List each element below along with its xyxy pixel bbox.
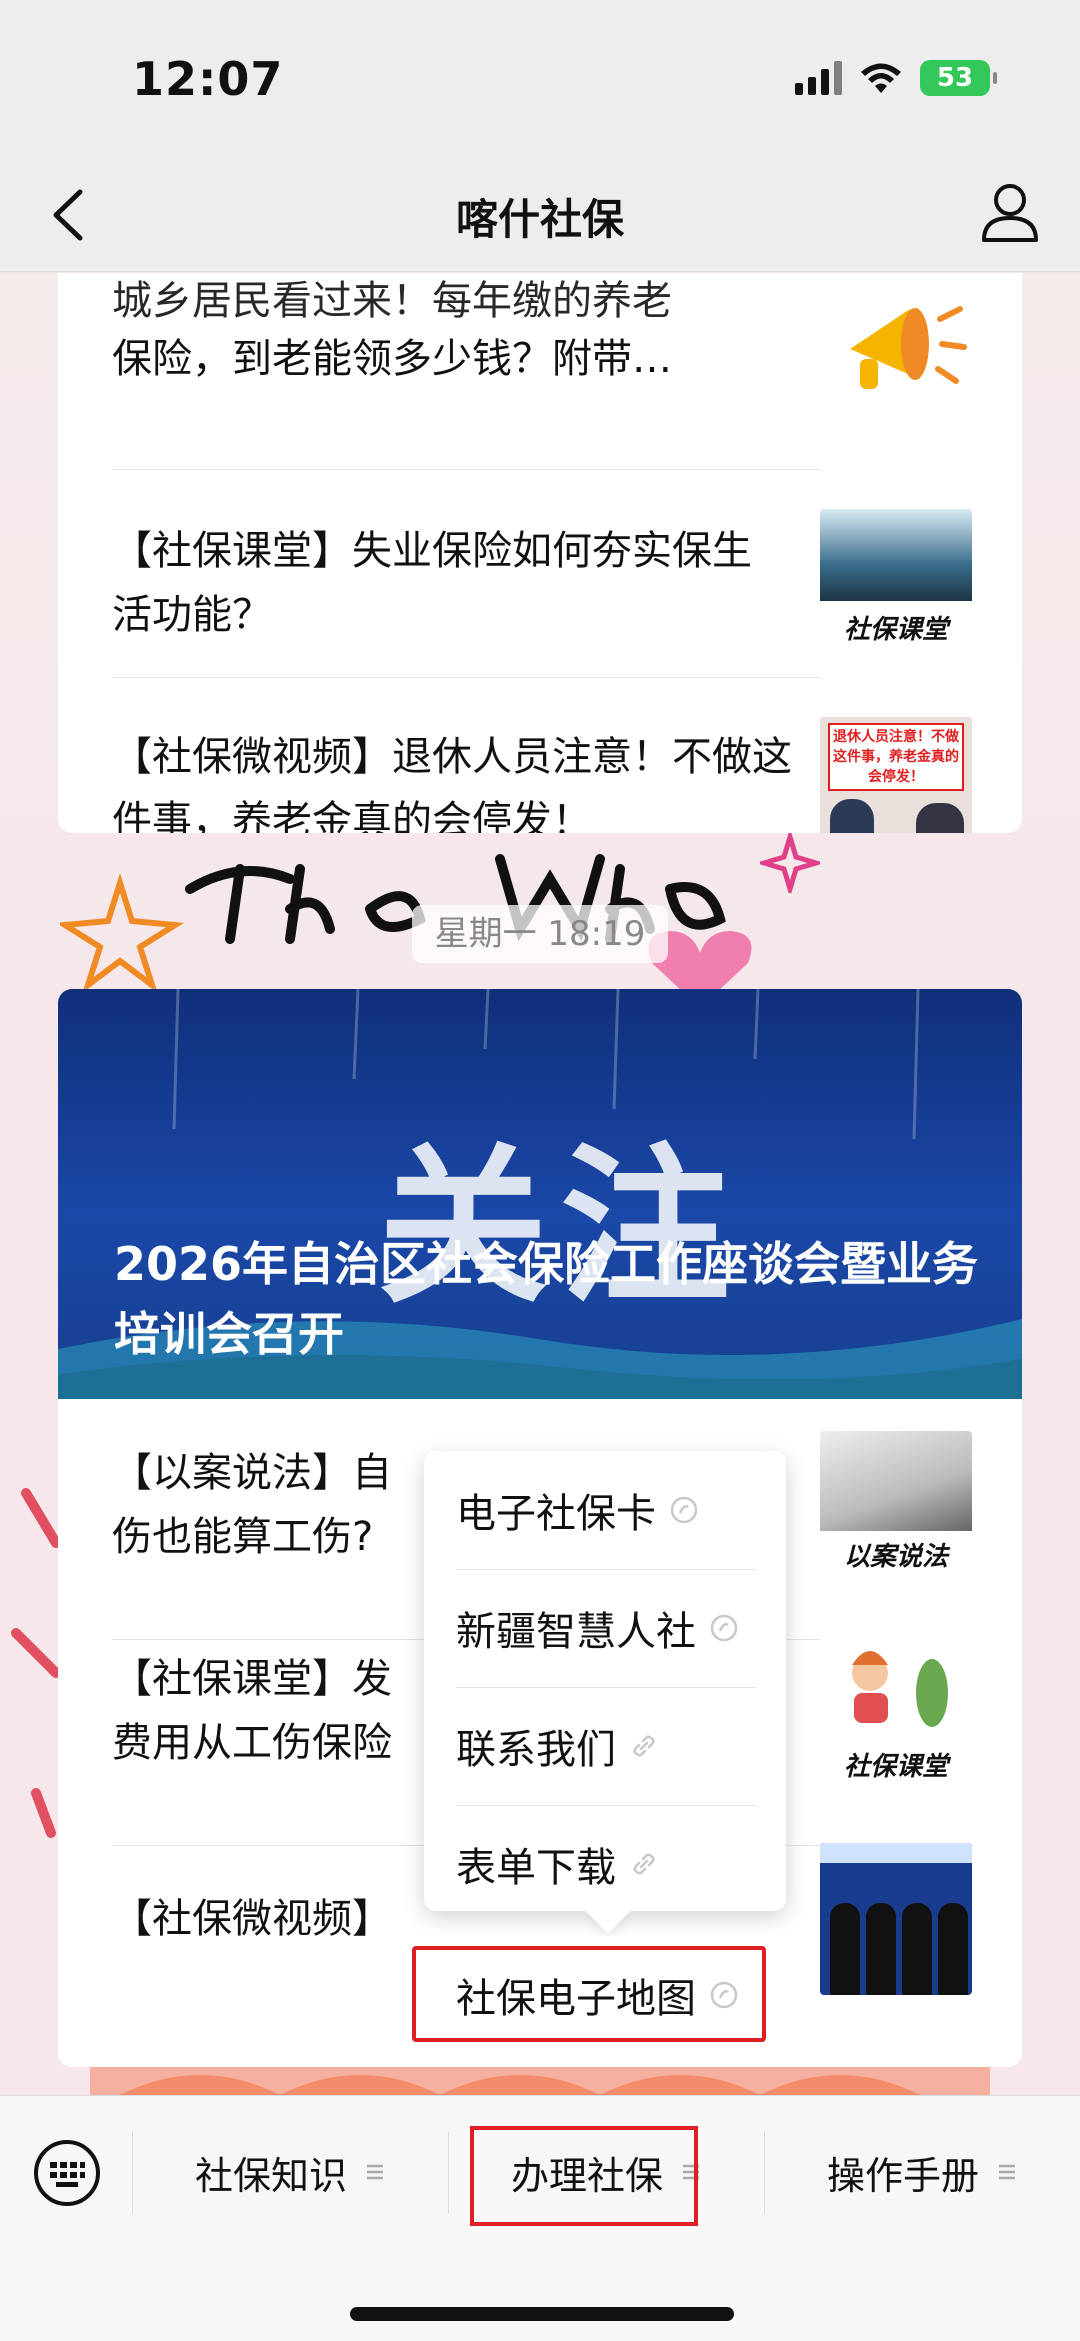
menu-item-label: 电子社保卡 <box>456 1491 656 1537</box>
banner-article[interactable]: 关注 2026年自治区社会保险工作座谈会暨业务培训会召开 <box>58 989 1022 1399</box>
nav-bar: 喀什社保 <box>0 160 1080 272</box>
profile-icon[interactable] <box>978 178 1042 246</box>
menu-button-handle-ss[interactable]: 办理社保 <box>448 2096 764 2248</box>
thumb-label: 以案说法 <box>843 1542 948 1572</box>
article-title-end: 伤也能算工伤? <box>112 1514 374 1560</box>
bottom-menu-bar: 社保知识 办理社保 操作手册 <box>0 2095 1080 2341</box>
home-indicator[interactable] <box>350 2307 734 2321</box>
thumb-label: 社保课堂 <box>843 615 948 645</box>
banner-headline: 2026年自治区社会保险工作座谈会暨业务培训会召开 <box>114 1237 979 1361</box>
status-icons: 53 <box>795 56 997 100</box>
megaphone-icon <box>820 273 972 421</box>
thumb-label: 社保课堂 <box>843 1752 948 1782</box>
article-title: 【社保微视频】 <box>112 1896 392 1942</box>
menu-button-label: 办理社保 <box>510 2153 663 2198</box>
menu-lines-icon <box>683 2164 699 2180</box>
menu-button-manual[interactable]: 操作手册 <box>764 2096 1080 2248</box>
cartoon-icon <box>852 1651 948 1727</box>
menu-item-contact-us[interactable]: 联系我们 <box>456 1687 756 1805</box>
article-title: 【社保课堂】发 费用从工伤保险 <box>112 1647 432 1775</box>
list-item[interactable]: 【社保微视频】退休人员注意！不做这件事，养老金真的会停发！ 退休人员注意！不做这… <box>112 717 972 833</box>
signal-icon <box>795 61 842 95</box>
article-title-start: 【社保课堂】发 <box>112 1656 392 1702</box>
article-thumbnail: 以案说法 <box>820 1431 972 1583</box>
menu-item-label: 联系我们 <box>456 1727 616 1773</box>
menu-item-label: 表单下载 <box>456 1845 616 1891</box>
menu-item-electronic-card[interactable]: 电子社保卡 <box>456 1451 756 1569</box>
article-title: 【以案说法】自 伤也能算工伤? <box>112 1441 432 1569</box>
menu-item-label: 社保电子地图 <box>456 1976 696 2022</box>
battery-icon: 53 <box>920 60 997 96</box>
menu-lines-icon <box>367 2164 383 2180</box>
chat-area[interactable]: 城乡居民看过来！每年缴的养老 保险，到老能领多少钱？附带… 【社保课堂】失业保险… <box>0 273 1080 2095</box>
menu-item-xinjiang-hr[interactable]: 新疆智慧人社 <box>456 1569 756 1687</box>
menu-item-social-security-map[interactable]: 社保电子地图 <box>456 1936 756 2054</box>
battery-level: 53 <box>936 63 974 93</box>
menu-button-label: 操作手册 <box>826 2153 979 2198</box>
article-title: 【社保微视频】退休人员注意！不做这件事，养老金真的会停发！ <box>112 734 792 833</box>
mini-program-icon <box>670 1496 698 1524</box>
keyboard-icon[interactable] <box>32 2138 102 2208</box>
mini-program-icon <box>710 1614 738 1642</box>
article-title: 【社保课堂】失业保险如何夯实保生活功能？ <box>112 528 752 638</box>
article-thumbnail: 社保课堂 <box>820 1637 972 1789</box>
submenu-popup-last-row: 社保电子地图 <box>424 1936 786 2054</box>
article-title-partial: 城乡居民看过来！每年缴的养老 <box>112 278 672 324</box>
link-icon <box>633 1853 655 1875</box>
article-thumbnail: 退休人员注意！不做这件事，养老金真的会停发！ <box>820 717 972 833</box>
menu-lines-icon <box>999 2164 1015 2180</box>
mini-program-icon <box>710 1981 738 2009</box>
star-small-icon <box>760 833 820 893</box>
thumb-label: 退休人员注意！不做这件事，养老金真的会停发！ <box>828 723 964 791</box>
menu-button-knowledge[interactable]: 社保知识 <box>132 2096 448 2248</box>
star-doodle-icon <box>60 873 185 993</box>
article-thumbnail: 社保课堂 <box>820 509 972 661</box>
article-title-start: 【以案说法】自 <box>112 1450 392 1496</box>
article-title-end: 费用从工伤保险 <box>112 1720 392 1766</box>
list-item[interactable]: 【社保课堂】失业保险如何夯实保生活功能？ 社保课堂 <box>112 509 972 661</box>
menu-item-label: 新疆智慧人社 <box>456 1609 696 1655</box>
menu-item-form-download[interactable]: 表单下载 <box>456 1805 756 1923</box>
article-thumbnail <box>820 1843 972 1995</box>
divider <box>112 469 820 470</box>
status-bar: 12:07 53 <box>0 0 1080 160</box>
leaf-doodle-icon <box>11 1488 61 1838</box>
submenu-popup: 电子社保卡 新疆智慧人社 联系我们 表单下载 <box>424 1451 786 1911</box>
wifi-icon <box>861 63 901 93</box>
timestamp-badge: 星期一 18:19 <box>412 905 668 963</box>
list-item[interactable]: 城乡居民看过来！每年缴的养老 保险，到老能领多少钱？附带… <box>112 273 972 421</box>
page-title: 喀什社保 <box>455 195 624 244</box>
article-title: 保险，到老能领多少钱？附带… <box>112 336 672 382</box>
divider <box>112 677 820 678</box>
status-time: 12:07 <box>132 52 284 106</box>
menu-button-label: 社保知识 <box>194 2153 347 2198</box>
link-icon <box>633 1735 655 1757</box>
article-card: 城乡居民看过来！每年缴的养老 保险，到老能领多少钱？附带… 【社保课堂】失业保险… <box>58 273 1022 833</box>
